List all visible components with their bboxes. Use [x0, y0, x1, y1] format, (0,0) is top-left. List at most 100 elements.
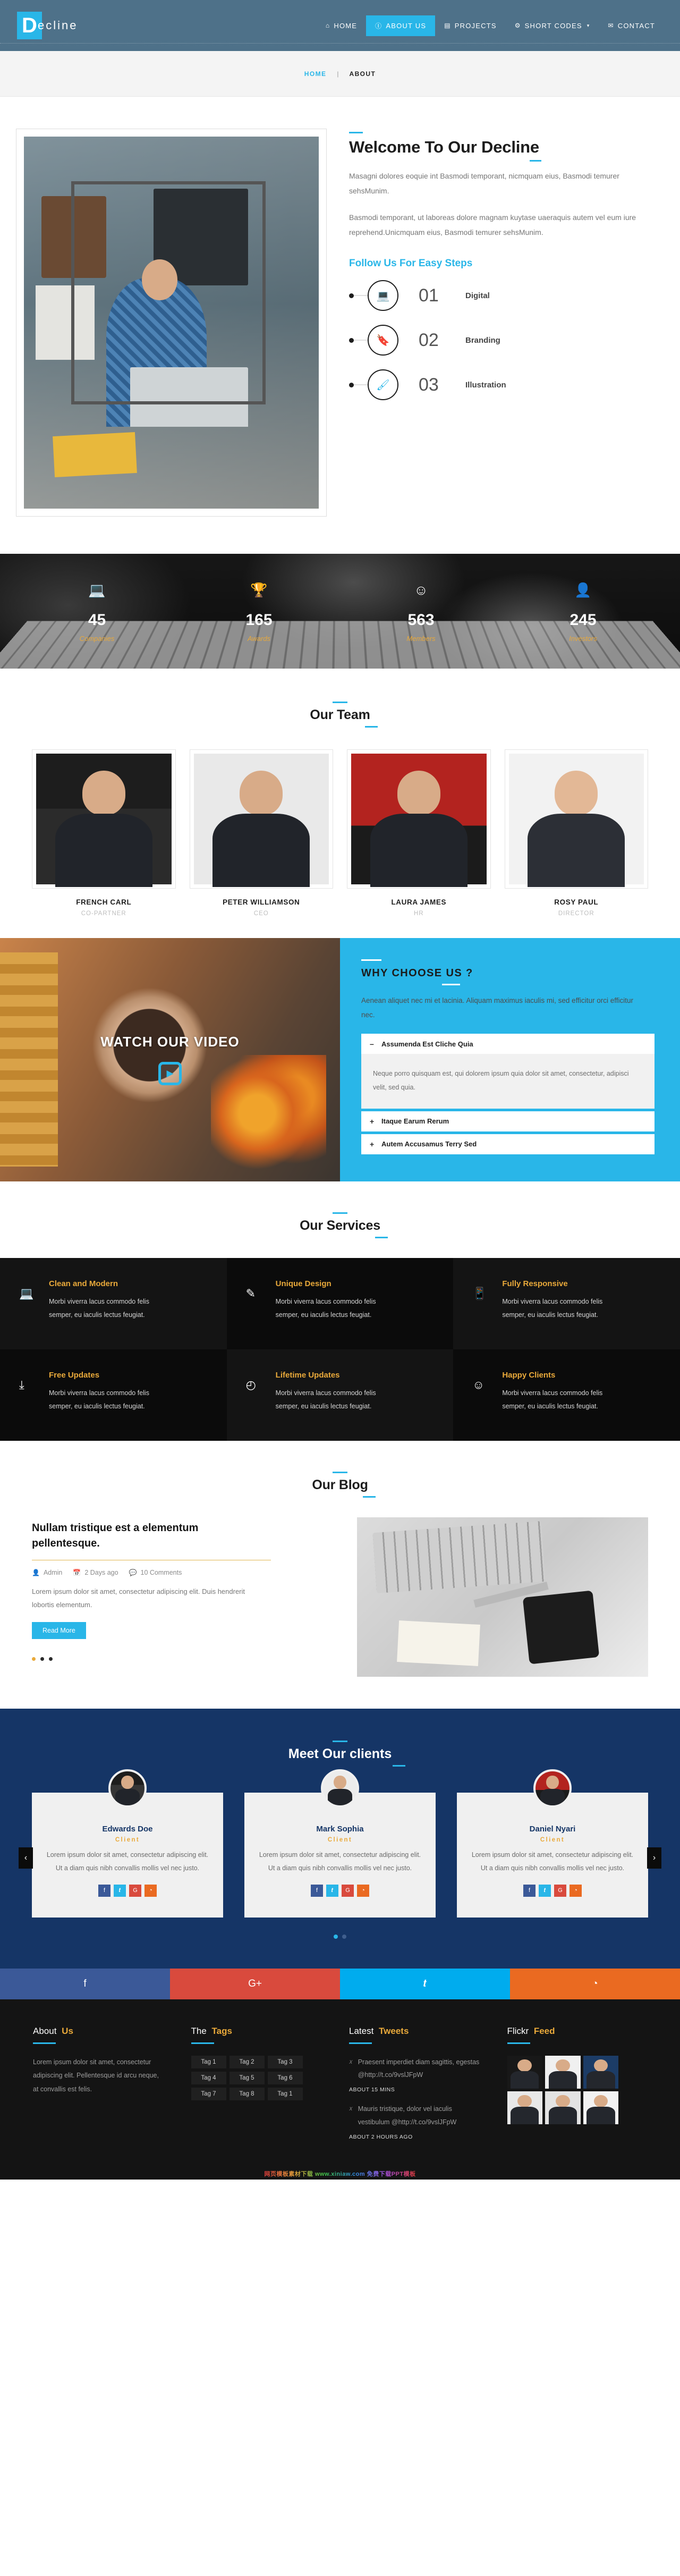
service-card[interactable]: ✎ Unique Design Morbi viverra lacus commod… [226, 1257, 454, 1349]
blog-dot-2[interactable] [40, 1657, 44, 1661]
clients-dot-2[interactable] [342, 1934, 346, 1939]
footer-flickr-underline [507, 2042, 530, 2044]
nav-item-short-codes[interactable]: ⚙ SHORT CODES ▾ [506, 16, 599, 36]
clients-dot-1[interactable] [334, 1934, 338, 1939]
twitter-icon[interactable]: 𝒕 [340, 1968, 510, 1999]
rss-icon[interactable]: ◔ [144, 1884, 157, 1897]
flickr-thumbnail[interactable] [507, 2055, 543, 2089]
accordion: – Assumenda Est Cliche Quia Neque porro qu… [361, 1034, 654, 1154]
service-card[interactable]: 💻 Clean and Modern Morbi viverra lacus com… [0, 1257, 227, 1349]
clients-carousel-dots[interactable] [0, 1934, 680, 1939]
twitter-icon[interactable]: 𝒕 [114, 1884, 126, 1897]
facebook-icon[interactable]: f [311, 1884, 323, 1897]
site-logo[interactable]: D ecline [17, 12, 78, 39]
step-number: 03 [419, 374, 439, 395]
google-plus-icon[interactable]: G [342, 1884, 354, 1897]
breadcrumb-home-link[interactable]: HOME [304, 70, 327, 78]
service-card[interactable]: 📱 Fully Responsive Morbi viverra lacus com… [453, 1257, 680, 1349]
clock-icon: ◴ [245, 1378, 256, 1391]
accordion-header[interactable]: + Itaque Earum Rerum [361, 1111, 654, 1131]
team-member-card[interactable]: FRENCH CARL CO-PARTNER [32, 749, 176, 917]
services-heading: Our Services [300, 1212, 388, 1238]
flickr-thumbnail[interactable] [583, 2091, 619, 2124]
team-member-name: ROSY PAUL [554, 898, 599, 906]
footer-tag[interactable]: Tag 1 [191, 2055, 226, 2068]
nav-item-home[interactable]: ⌂ HOME [317, 16, 366, 36]
footer-tag[interactable]: Tag 6 [267, 2071, 303, 2084]
flickr-thumbnail[interactable] [545, 2091, 581, 2124]
footer-tweets-column: Latest Tweets 𝑥 Praesent imperdiet diam s… [349, 2026, 489, 2150]
rss-icon[interactable]: ◔ [357, 1884, 369, 1897]
counter-value: 165 [245, 611, 273, 629]
main-navigation: ⌂ HOME ⓘ ABOUT US ▤ PROJECTS ⚙ SHORT CODES ▾ ✉ CON… [317, 15, 664, 36]
clients-prev-button[interactable]: ‹ [19, 1847, 33, 1869]
footer-flickr-column: Flickr Feed [507, 2026, 648, 2150]
nav-item-projects[interactable]: ▤ PROJECTS [435, 16, 506, 36]
blog-post-meta: 👤 Admin 📅 2 Days ago 💬 10 Comments [32, 1569, 336, 1576]
google-plus-icon[interactable]: G [554, 1884, 566, 1897]
logo-text: ecline [38, 19, 78, 32]
twitter-icon[interactable]: 𝒕 [326, 1884, 338, 1897]
counter-item: 🏆 165 Awards [178, 554, 340, 669]
flickr-thumbnail[interactable] [583, 2055, 619, 2089]
footer-tag[interactable]: Tag 1 [267, 2087, 303, 2100]
google-plus-icon[interactable]: G [129, 1884, 141, 1897]
clients-grid: ‹ Edwards Doe Client Lorem ipsum dolor sit… [16, 1769, 664, 1918]
service-card[interactable]: ⤓ Free Updates Morbi viverra lacus commodo… [0, 1349, 227, 1441]
why-choose-title: WHY CHOOSE US ? [361, 967, 473, 985]
flickr-thumbnail[interactable] [507, 2091, 543, 2124]
service-title: Happy Clients [502, 1370, 556, 1380]
flickr-thumbnail[interactable] [545, 2055, 581, 2089]
footer-tag[interactable]: Tag 3 [267, 2055, 303, 2068]
footer-tag[interactable]: Tag 8 [229, 2087, 265, 2100]
read-more-button[interactable]: Read More [32, 1622, 86, 1640]
trophy-icon: 🏆 [250, 582, 268, 598]
nav-item-about-us[interactable]: ⓘ ABOUT US [366, 15, 436, 36]
blog-section: Our Blog Nullam tristique est a elementu… [0, 1441, 680, 1709]
footer-tag[interactable]: Tag 2 [229, 2055, 265, 2068]
blog-author: 👤 Admin [32, 1569, 62, 1576]
site-header: D ecline ⌂ HOME ⓘ ABOUT US ▤ PROJECTS ⚙ SHORT C… [0, 0, 680, 51]
laptop-icon: 💻 [88, 582, 106, 598]
tweet-text: Praesent imperdiet diam sagittis, egesta… [358, 2058, 480, 2079]
counter-value: 563 [407, 611, 435, 629]
team-member-card[interactable]: PETER WILLIAMSON CEO [189, 749, 333, 917]
service-text: Happy Clients Morbi viverra lacus commodo… [502, 1371, 614, 1417]
client-social-links: f 𝒕 G ◔ [45, 1884, 210, 1897]
services-grid: 💻 Clean and Modern Morbi viverra lacus com… [0, 1257, 680, 1441]
blog-post-heading: Nullam tristique est a elementum pellent… [32, 1522, 199, 1549]
facebook-icon[interactable]: f [98, 1884, 110, 1897]
twitter-icon[interactable]: 𝒕 [539, 1884, 551, 1897]
blog-dot-3[interactable] [49, 1657, 53, 1661]
service-description: Morbi viverra lacus commodo felis semper… [49, 1297, 149, 1319]
footer-tag[interactable]: Tag 4 [191, 2071, 226, 2084]
accordion-header[interactable]: – Assumenda Est Cliche Quia [361, 1034, 654, 1054]
smiley-icon: ☺ [472, 1378, 484, 1391]
accordion-header[interactable]: + Autem Accusamus Terry Sed [361, 1134, 654, 1154]
nav-item-contact[interactable]: ✉ CONTACT [599, 16, 664, 36]
play-icon[interactable]: ▶ [158, 1062, 182, 1086]
footer-tag[interactable]: Tag 5 [229, 2071, 265, 2084]
client-testimonial-text: Lorem ipsum dolor sit amet, consectetur … [46, 1851, 209, 1872]
service-description: Morbi viverra lacus commodo felis semper… [275, 1389, 376, 1410]
follow-steps-title: Follow Us For Easy Steps [349, 258, 473, 269]
facebook-icon[interactable]: f [0, 1968, 170, 1999]
team-member-card[interactable]: ROSY PAUL DIRECTOR [504, 749, 648, 917]
rss-icon[interactable]: ◔ [570, 1884, 582, 1897]
rss-icon[interactable]: ◔ [510, 1968, 680, 1999]
blog-carousel-dots[interactable] [32, 1657, 336, 1661]
client-testimonial-card: Mark Sophia Client Lorem ipsum dolor sit a… [244, 1769, 436, 1918]
accordion-item: – Assumenda Est Cliche Quia Neque porro qu… [361, 1034, 654, 1109]
service-card[interactable]: ☺ Happy Clients Morbi viverra lacus commod… [453, 1349, 680, 1441]
clients-next-button[interactable]: › [647, 1847, 661, 1869]
team-member-card[interactable]: LAURA JAMES HR [347, 749, 491, 917]
blog-dot-1[interactable] [32, 1657, 36, 1661]
footer-tag[interactable]: Tag 7 [191, 2087, 226, 2100]
social-bar: f G+ 𝒕 ◔ [0, 1968, 680, 1999]
service-title: Lifetime Updates [275, 1370, 340, 1380]
footer-tweets-title-2: Tweets [379, 2025, 409, 2036]
video-panel[interactable]: WATCH OUR VIDEO ▶ [0, 938, 340, 1181]
service-card[interactable]: ◴ Lifetime Updates Morbi viverra lacus com… [226, 1349, 454, 1441]
facebook-icon[interactable]: f [523, 1884, 536, 1897]
google-plus-icon[interactable]: G+ [170, 1968, 340, 1999]
